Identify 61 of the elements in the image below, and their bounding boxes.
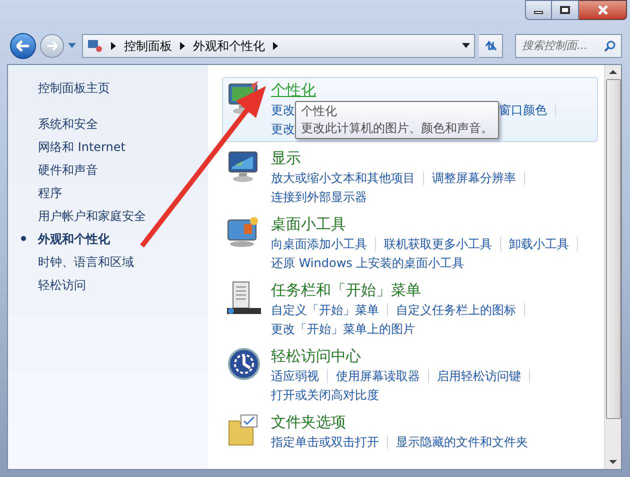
task-link[interactable]: 放大或缩小文本和其他项目 bbox=[271, 168, 415, 186]
back-button[interactable] bbox=[10, 33, 36, 59]
address-bar[interactable]: 控制面板 外观和个性化 bbox=[82, 34, 475, 58]
task-link[interactable]: 使用屏幕读取器 bbox=[336, 366, 420, 384]
sidebar-item[interactable]: 轻松访问 bbox=[38, 276, 86, 294]
monitor-gadget-icon bbox=[227, 215, 261, 249]
close-icon bbox=[596, 5, 608, 15]
scrollbar[interactable] bbox=[604, 65, 621, 469]
refresh-icon bbox=[484, 39, 498, 53]
category-title[interactable]: 桌面小工具 bbox=[271, 214, 346, 234]
dropdown-caret-icon[interactable] bbox=[462, 43, 470, 49]
task-link[interactable]: 向桌面添加小工具 bbox=[271, 234, 367, 252]
task-link[interactable]: 连接到外部显示器 bbox=[271, 188, 367, 206]
taskbar-icon bbox=[227, 281, 261, 315]
chevron-right-icon bbox=[273, 42, 278, 50]
sidebar-item[interactable]: 时钟、语言和区域 bbox=[38, 252, 134, 270]
search-icon bbox=[604, 40, 616, 52]
dropdown-caret-icon bbox=[68, 43, 76, 49]
task-link[interactable]: 调整屏幕分辨率 bbox=[432, 168, 516, 186]
sidebar-item[interactable]: 硬件和声音 bbox=[38, 160, 98, 178]
sidebar-link[interactable]: 控制面板主页 bbox=[38, 79, 208, 101]
maximize-button[interactable] bbox=[552, 0, 579, 20]
sidebar-item[interactable]: 外观和个性化 bbox=[38, 230, 110, 248]
sidebar-item[interactable]: 系统和安全 bbox=[38, 114, 98, 132]
accessibility-icon bbox=[227, 347, 261, 381]
breadcrumb-item[interactable]: 外观和个性化 bbox=[193, 37, 265, 55]
chevron-right-icon bbox=[180, 42, 185, 50]
task-link[interactable]: 还原 Windows 上安装的桌面小工具 bbox=[271, 254, 464, 272]
tooltip-text: 更改此计算机的图片、颜色和声音。 bbox=[301, 120, 493, 137]
category-title[interactable]: 显示 bbox=[271, 148, 301, 168]
forward-arrow-icon bbox=[46, 41, 58, 51]
sidebar-item[interactable]: 程序 bbox=[38, 184, 62, 202]
task-link[interactable]: 窗口颜色 bbox=[499, 100, 547, 118]
task-link[interactable]: 自定义「开始」菜单 bbox=[271, 300, 379, 318]
task-link[interactable]: 卸载小工具 bbox=[509, 234, 569, 252]
scroll-thumb[interactable] bbox=[606, 79, 620, 419]
task-link[interactable]: 联机获取更多小工具 bbox=[384, 234, 492, 252]
category-title[interactable]: 文件夹选项 bbox=[271, 412, 346, 432]
task-link[interactable]: 适应弱视 bbox=[271, 366, 319, 384]
task-link[interactable]: 显示隐藏的文件和文件夹 bbox=[396, 432, 528, 450]
task-link[interactable]: 更改 bbox=[271, 100, 295, 118]
back-arrow-icon bbox=[16, 40, 30, 52]
task-link[interactable]: 自定义任务栏上的图标 bbox=[396, 300, 516, 318]
control-panel-icon bbox=[87, 39, 103, 53]
search-field[interactable]: 搜索控制面... bbox=[522, 38, 604, 54]
minimize-button[interactable] bbox=[525, 0, 552, 20]
task-link[interactable]: 打开或关闭高对比度 bbox=[271, 386, 379, 404]
breadcrumb-item[interactable]: 控制面板 bbox=[124, 37, 172, 55]
sidebar-item[interactable]: 网络和 Internet bbox=[38, 138, 126, 156]
chevron-right-icon bbox=[111, 42, 116, 50]
close-button[interactable] bbox=[579, 0, 627, 20]
search-box[interactable]: 搜索控制面... bbox=[515, 34, 622, 58]
category-title[interactable]: 轻松访问中心 bbox=[271, 346, 361, 366]
tooltip-title: 个性化 bbox=[301, 103, 338, 120]
refresh-button[interactable] bbox=[479, 34, 503, 58]
task-link[interactable]: 更改 bbox=[271, 120, 295, 138]
task-link[interactable]: 更改「开始」菜单上的图片 bbox=[271, 320, 415, 338]
category-title[interactable]: 任务栏和「开始」菜单 bbox=[271, 280, 421, 300]
task-link[interactable]: 指定单击或双击打开 bbox=[271, 432, 379, 450]
task-link[interactable]: 启用轻松访问键 bbox=[437, 366, 521, 384]
sidebar-item[interactable]: 用户帐户和家庭安全 bbox=[38, 206, 146, 224]
